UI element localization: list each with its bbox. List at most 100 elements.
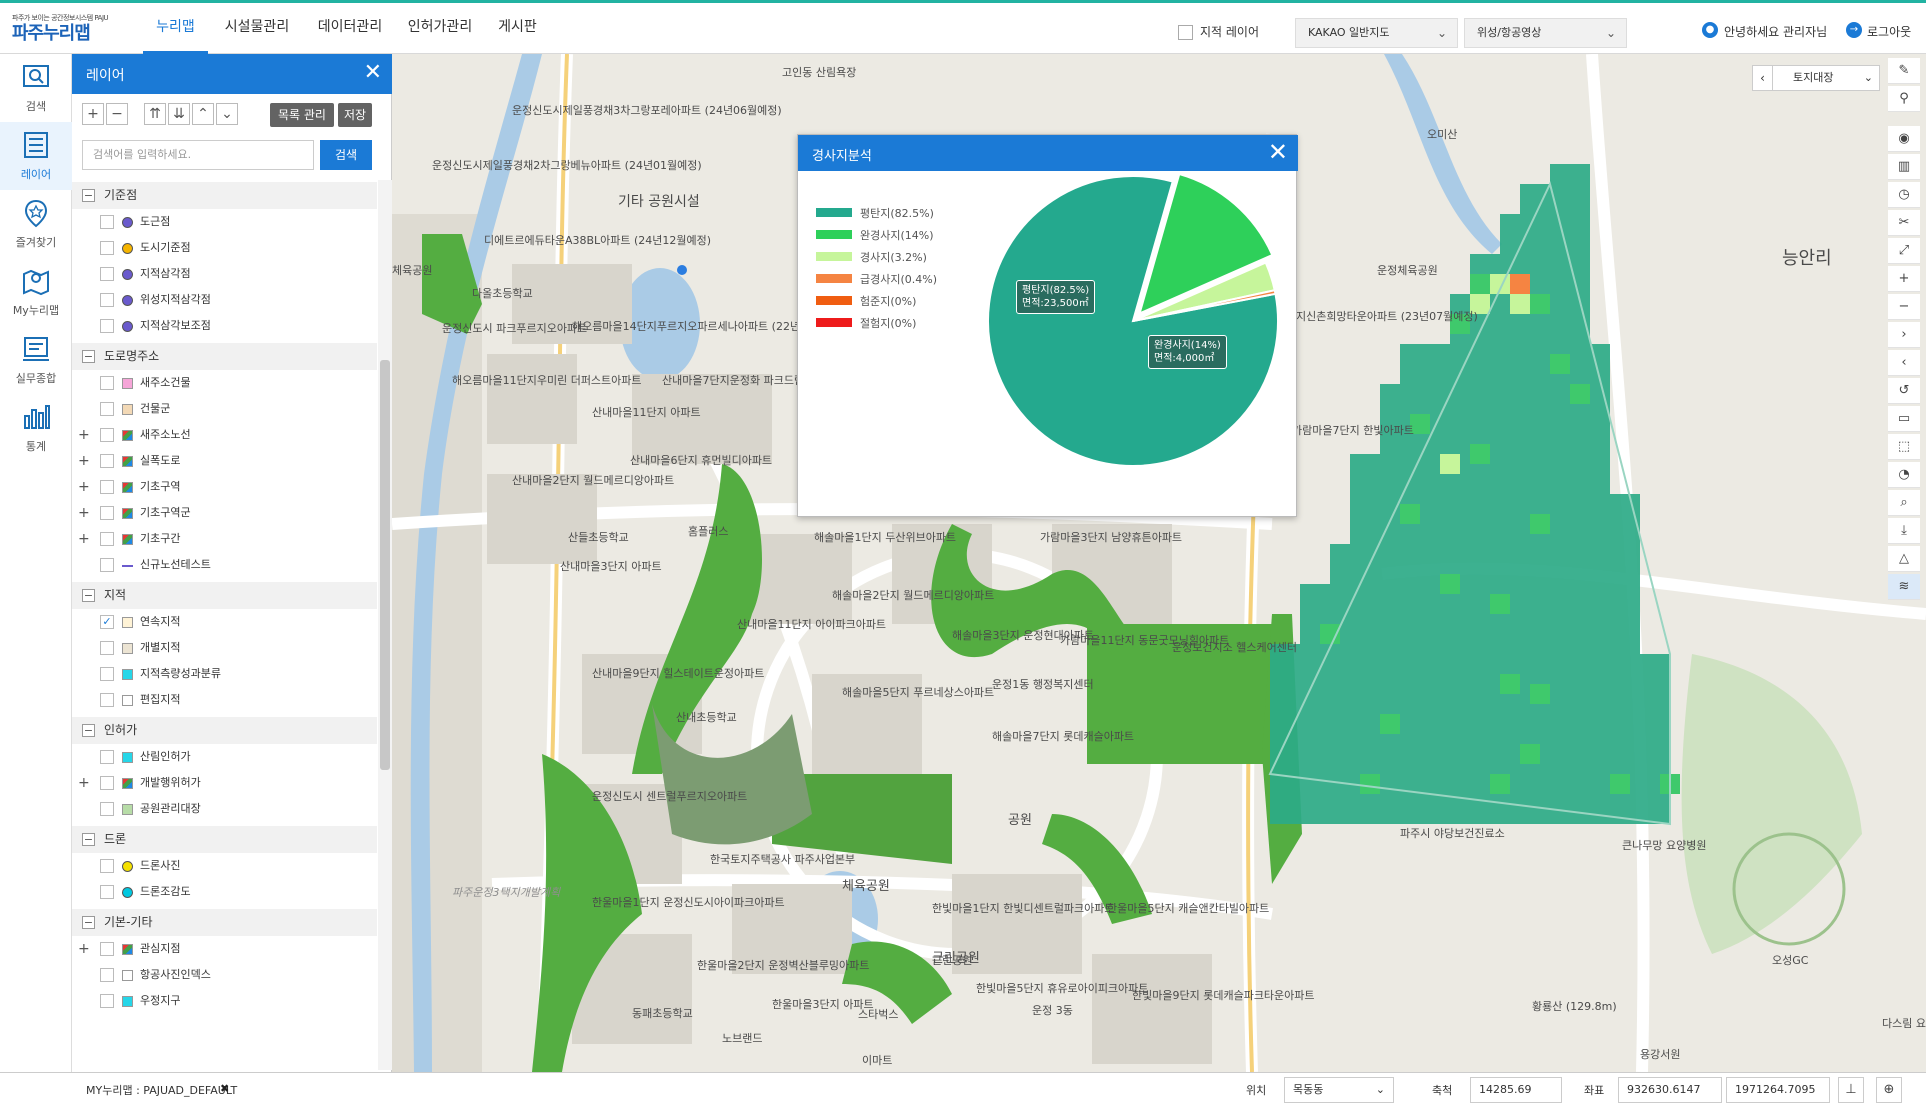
layer-item[interactable]: 새주소건물 [72, 370, 377, 396]
layer-item[interactable]: 지적측량성과분류 [72, 661, 377, 687]
layer-group[interactable]: − 기본-기타 [72, 909, 377, 936]
add-layer-button[interactable]: + [82, 103, 104, 125]
expand-icon[interactable]: + [78, 936, 90, 962]
logout-button[interactable]: 로그아웃 [1867, 23, 1911, 40]
scale-input[interactable]: 14285.69 [1470, 1077, 1562, 1103]
layer-item[interactable]: + 기초구역 [72, 474, 377, 500]
layer-search-button[interactable]: 검색 [320, 140, 372, 170]
layer-checkbox[interactable] [100, 859, 114, 873]
layer-tree-scrollbar[interactable] [378, 180, 392, 1070]
layer-checkbox[interactable] [100, 267, 114, 281]
menu-board[interactable]: 게시판 [490, 3, 545, 54]
cadastral-layer-checkbox[interactable] [1178, 25, 1193, 40]
layer-search-input[interactable]: 검색어를 입력하세요. [82, 140, 314, 170]
expand-icon[interactable]: + [78, 422, 90, 448]
close-icon[interactable]: ✕ [364, 60, 382, 86]
brush-icon[interactable]: ✎ [1888, 58, 1920, 84]
layer-checkbox[interactable] [100, 750, 114, 764]
layer-checkbox[interactable] [100, 480, 114, 494]
menu-data[interactable]: 데이터관리 [310, 3, 390, 54]
nav-favorites[interactable]: 즐겨찾기 [0, 190, 72, 258]
clock-icon[interactable]: ◷ [1888, 182, 1920, 208]
mountain-icon[interactable]: △ [1888, 546, 1920, 572]
select-area-icon[interactable]: ⬚ [1888, 434, 1920, 460]
layer-group[interactable]: − 기준점 [72, 182, 377, 209]
zoom-in-icon[interactable]: + [1888, 266, 1920, 292]
layer-item[interactable]: ✓ 연속지적 [72, 609, 377, 635]
layer-checkbox[interactable] [100, 802, 114, 816]
layer-item[interactable]: 개별지적 [72, 635, 377, 661]
layer-item[interactable]: 공원관리대장 [72, 796, 377, 822]
collapse-icon[interactable]: − [82, 350, 95, 363]
collapse-icon[interactable]: − [82, 589, 95, 602]
layer-checkbox[interactable] [100, 506, 114, 520]
move-top-button[interactable]: ⇈ [144, 103, 166, 125]
pin-icon[interactable]: ⚲ [1888, 86, 1920, 112]
prev-icon[interactable]: ‹ [1888, 350, 1920, 376]
layer-item[interactable]: 드론조감도 [72, 879, 377, 905]
layer-checkbox[interactable] [100, 942, 114, 956]
coord-y-input[interactable]: 1971264.7095 [1726, 1077, 1830, 1103]
layer-checkbox[interactable] [100, 428, 114, 442]
collapse-icon[interactable]: − [82, 724, 95, 737]
layer-checkbox[interactable] [100, 558, 114, 572]
layer-checkbox[interactable] [100, 776, 114, 790]
zoom-out-icon[interactable]: − [1888, 294, 1920, 320]
expand-icon[interactable]: + [78, 448, 90, 474]
magnify-icon[interactable]: ⌕ [1888, 490, 1920, 516]
menu-nurimap[interactable]: 누리맵 [143, 3, 208, 54]
layer-item[interactable]: 위성지적삼각점 [72, 287, 377, 313]
layer-checkbox[interactable] [100, 885, 114, 899]
layer-checkbox[interactable] [100, 667, 114, 681]
menu-facility[interactable]: 시설물관리 [218, 3, 296, 54]
layer-item[interactable]: 도시기준점 [72, 235, 377, 261]
coord-x-input[interactable]: 932630.6147 [1618, 1077, 1722, 1103]
layer-checkbox[interactable] [100, 641, 114, 655]
slope-analysis-icon[interactable]: ≋ [1888, 574, 1920, 600]
layer-item[interactable]: 건물군 [72, 396, 377, 422]
layer-checkbox[interactable] [100, 402, 114, 416]
layer-item[interactable]: 항공사진인덱스 [72, 962, 377, 988]
close-icon[interactable]: ✕ [1268, 138, 1288, 166]
globe-icon[interactable]: ⊕ [1876, 1077, 1902, 1103]
expand-icon[interactable]: + [78, 500, 90, 526]
user-greeting[interactable]: 안녕하세요 관리자님 [1724, 23, 1827, 40]
scroll-thumb[interactable] [380, 360, 390, 770]
layer-item[interactable]: + 실폭도로 [72, 448, 377, 474]
area-icon[interactable]: ◔ [1888, 462, 1920, 488]
layer-item[interactable]: 도근점 [72, 209, 377, 235]
save-button[interactable]: 저장 [338, 103, 372, 127]
layer-item[interactable]: + 기초구역군 [72, 500, 377, 526]
layer-checkbox[interactable] [100, 968, 114, 982]
map-view[interactable]: 고인동 산림욕장 운정신도시제일풍경채3차그랑포레아파트 (24년06월예정) … [392, 54, 1926, 1072]
nav-search[interactable]: 검색 [0, 54, 72, 122]
layer-checkbox[interactable] [100, 532, 114, 546]
layer-checkbox[interactable] [100, 454, 114, 468]
layer-item[interactable]: 편집지적 [72, 687, 377, 713]
close-icon[interactable]: ✖ [220, 1082, 229, 1095]
collapse-icon[interactable]: − [82, 916, 95, 929]
chevron-left-icon[interactable]: ‹ [1753, 66, 1773, 90]
layer-checkbox[interactable]: ✓ [100, 615, 114, 629]
nav-mymap[interactable]: My누리맵 [0, 258, 72, 326]
location-select[interactable]: 목동동 ⌄ [1284, 1077, 1394, 1103]
coordinate-axis-icon[interactable]: ⊥ [1838, 1077, 1864, 1103]
layer-checkbox[interactable] [100, 319, 114, 333]
layer-item[interactable]: 지적삼각점 [72, 261, 377, 287]
collapse-icon[interactable]: − [82, 189, 95, 202]
layer-checkbox[interactable] [100, 376, 114, 390]
layer-item[interactable]: 드론사진 [72, 853, 377, 879]
layer-group[interactable]: − 도로명주소 [72, 343, 377, 370]
expand-icon[interactable]: + [78, 474, 90, 500]
layer-group[interactable]: − 지적 [72, 582, 377, 609]
map-layer-select[interactable]: ‹ 토지대장 ⌄ [1752, 65, 1880, 91]
collapse-icon[interactable]: − [82, 833, 95, 846]
basemap-select[interactable]: KAKAO 일반지도 ⌄ [1295, 18, 1458, 48]
nav-stats[interactable]: 통계 [0, 394, 72, 462]
imagery-select[interactable]: 위성/항공영상 ⌄ [1464, 18, 1627, 48]
move-bottom-button[interactable]: ⇊ [168, 103, 190, 125]
layer-item[interactable]: 신규노선테스트 [72, 552, 377, 578]
layer-checkbox[interactable] [100, 241, 114, 255]
list-manage-button[interactable]: 목록 관리 [270, 103, 334, 127]
layer-checkbox[interactable] [100, 293, 114, 307]
